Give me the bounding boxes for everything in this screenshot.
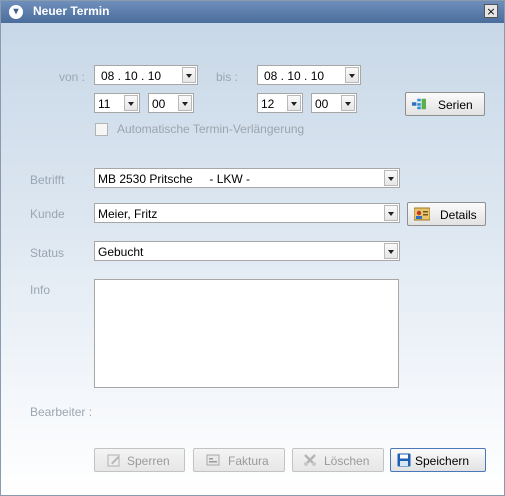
chevron-down-icon[interactable] <box>341 95 355 111</box>
kunde-select[interactable]: Meier, Fritz <box>94 203 400 223</box>
status-value: Gebucht <box>98 245 144 259</box>
kunde-label: Kunde <box>30 207 65 221</box>
chevron-down-icon[interactable] <box>345 67 359 83</box>
speichern-button[interactable]: Speichern <box>390 448 486 472</box>
chevron-down-icon[interactable] <box>124 95 138 111</box>
to-minute-value: 00 <box>315 97 329 111</box>
info-label: Info <box>30 283 51 297</box>
faktura-label: Faktura <box>228 454 269 468</box>
save-disk-icon <box>397 453 411 467</box>
chevron-down-icon[interactable] <box>178 95 192 111</box>
from-hour-select[interactable]: 11 <box>94 93 140 113</box>
bis-label: bis : <box>216 70 239 84</box>
speichern-label: Speichern <box>415 454 470 468</box>
invoice-icon <box>206 454 220 466</box>
auto-extend-label: Automatische Termin-Verlängerung <box>117 122 305 136</box>
chevron-down-icon[interactable] <box>384 243 398 259</box>
edit-lock-icon <box>107 454 120 467</box>
status-select[interactable]: Gebucht <box>94 241 400 261</box>
details-button[interactable]: Details <box>407 202 486 226</box>
series-icon <box>412 98 426 110</box>
info-textarea[interactable] <box>94 279 399 388</box>
sperren-button[interactable]: Sperren <box>94 448 185 472</box>
details-label: Details <box>440 208 477 222</box>
chevron-down-icon[interactable] <box>384 170 398 186</box>
chevron-down-icon[interactable] <box>384 205 398 221</box>
dialog-title: Neuer Termin <box>33 4 110 18</box>
chevron-down-icon[interactable] <box>287 95 301 111</box>
close-button[interactable]: × <box>484 4 498 18</box>
von-label: von : <box>59 70 86 84</box>
serien-button[interactable]: Serien <box>405 92 485 116</box>
delete-icon <box>304 454 316 466</box>
sperren-label: Sperren <box>127 454 170 468</box>
dialog-window: ▾ Neuer Termin × von : 08 . 10 . 10 bis … <box>0 0 505 496</box>
chevron-circle-icon[interactable]: ▾ <box>9 5 23 19</box>
from-minute-value: 00 <box>152 97 166 111</box>
status-label: Status <box>30 246 65 260</box>
from-minute-select[interactable]: 00 <box>148 93 194 113</box>
to-date-picker[interactable]: 08 . 10 . 10 <box>257 65 361 85</box>
contact-card-icon <box>414 207 430 221</box>
betrifft-select[interactable]: MB 2530 Pritsche - LKW - <box>94 168 400 188</box>
from-date-picker[interactable]: 08 . 10 . 10 <box>94 65 198 85</box>
loeschen-label: Löschen <box>324 454 370 468</box>
loeschen-button[interactable]: Löschen <box>292 448 384 472</box>
chevron-down-icon[interactable] <box>182 67 196 83</box>
to-hour-select[interactable]: 12 <box>257 93 303 113</box>
to-minute-select[interactable]: 00 <box>311 93 357 113</box>
to-date-value: 08 . 10 . 10 <box>264 69 325 83</box>
betrifft-label: Betrifft <box>30 173 65 187</box>
bearbeiter-label: Bearbeiter : <box>30 405 93 419</box>
from-date-value: 08 . 10 . 10 <box>101 69 162 83</box>
faktura-button[interactable]: Faktura <box>193 448 285 472</box>
to-hour-value: 12 <box>261 97 275 111</box>
serien-label: Serien <box>438 98 473 112</box>
auto-extend-checkbox[interactable] <box>95 123 108 136</box>
title-bar[interactable]: ▾ Neuer Termin × <box>1 1 504 23</box>
kunde-value: Meier, Fritz <box>98 207 158 221</box>
betrifft-value: MB 2530 Pritsche - LKW - <box>98 172 251 186</box>
from-hour-value: 11 <box>98 97 111 111</box>
